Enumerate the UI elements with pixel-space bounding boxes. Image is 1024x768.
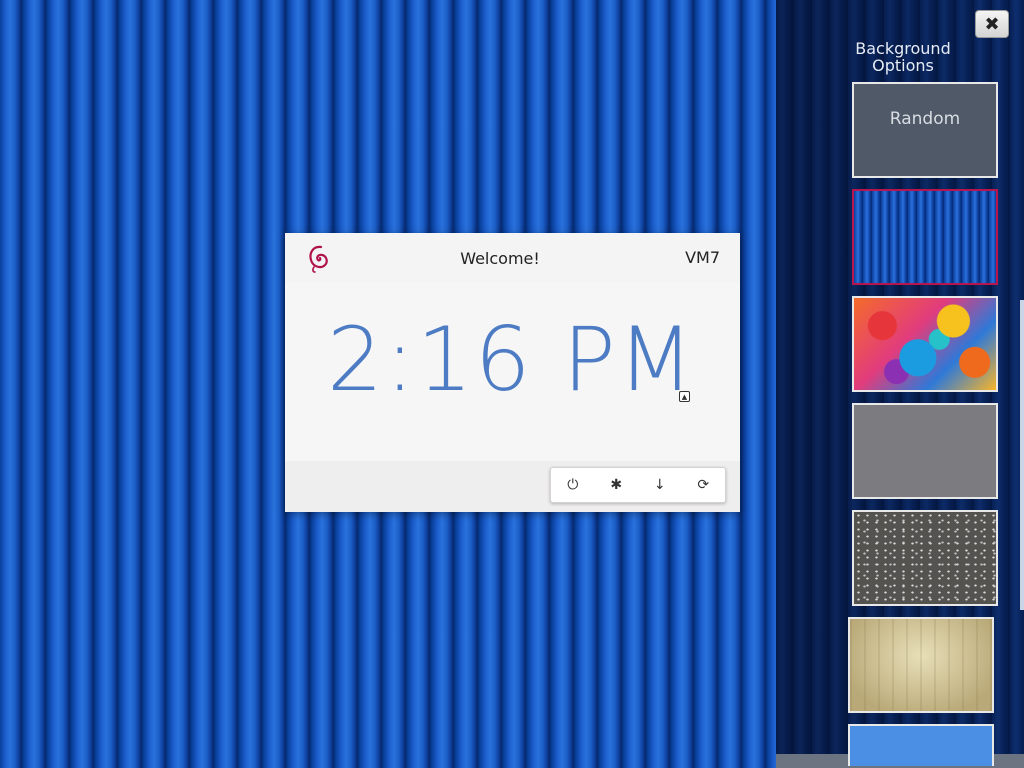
asterisk-icon: ✱: [610, 477, 623, 493]
asterisk-button[interactable]: ✱: [595, 468, 639, 502]
close-panel-button[interactable]: ✖: [975, 10, 1009, 38]
refresh-icon: ⟳: [697, 477, 710, 493]
login-card: Welcome! VM7 2:16 PM ▲ ⏻ ✱ ↓ ⟳: [285, 233, 740, 512]
background-thumb-random[interactable]: Random: [852, 82, 998, 178]
expand-caret-button[interactable]: ▲: [679, 391, 690, 402]
suspend-button[interactable]: ↓: [638, 468, 682, 502]
close-icon: ✖: [984, 13, 1000, 35]
random-label: Random: [889, 109, 961, 129]
card-header: Welcome! VM7: [285, 233, 740, 283]
panel-title: Background Options: [855, 39, 951, 75]
background-thumb-blue-stripes[interactable]: [852, 189, 998, 285]
power-button[interactable]: ⏻: [551, 468, 595, 502]
background-thumb-abstract-painting[interactable]: [852, 296, 998, 392]
hostname-label: VM7: [685, 248, 720, 267]
clock-display: 2:16 PM: [327, 308, 696, 411]
background-thumb-speckled[interactable]: [852, 510, 998, 606]
panel-scrollbar[interactable]: [1020, 300, 1024, 610]
background-thumb-wood[interactable]: [848, 617, 994, 713]
background-thumb-light-blue[interactable]: [848, 724, 994, 766]
welcome-text: Welcome!: [460, 249, 540, 268]
background-thumb-gray[interactable]: [852, 403, 998, 499]
arrow-down-icon: ↓: [653, 477, 666, 493]
caret-up-icon: ▲: [681, 392, 688, 401]
power-icon: ⏻: [567, 477, 579, 493]
session-actions: ⏻ ✱ ↓ ⟳: [550, 467, 726, 503]
restart-button[interactable]: ⟳: [682, 468, 726, 502]
